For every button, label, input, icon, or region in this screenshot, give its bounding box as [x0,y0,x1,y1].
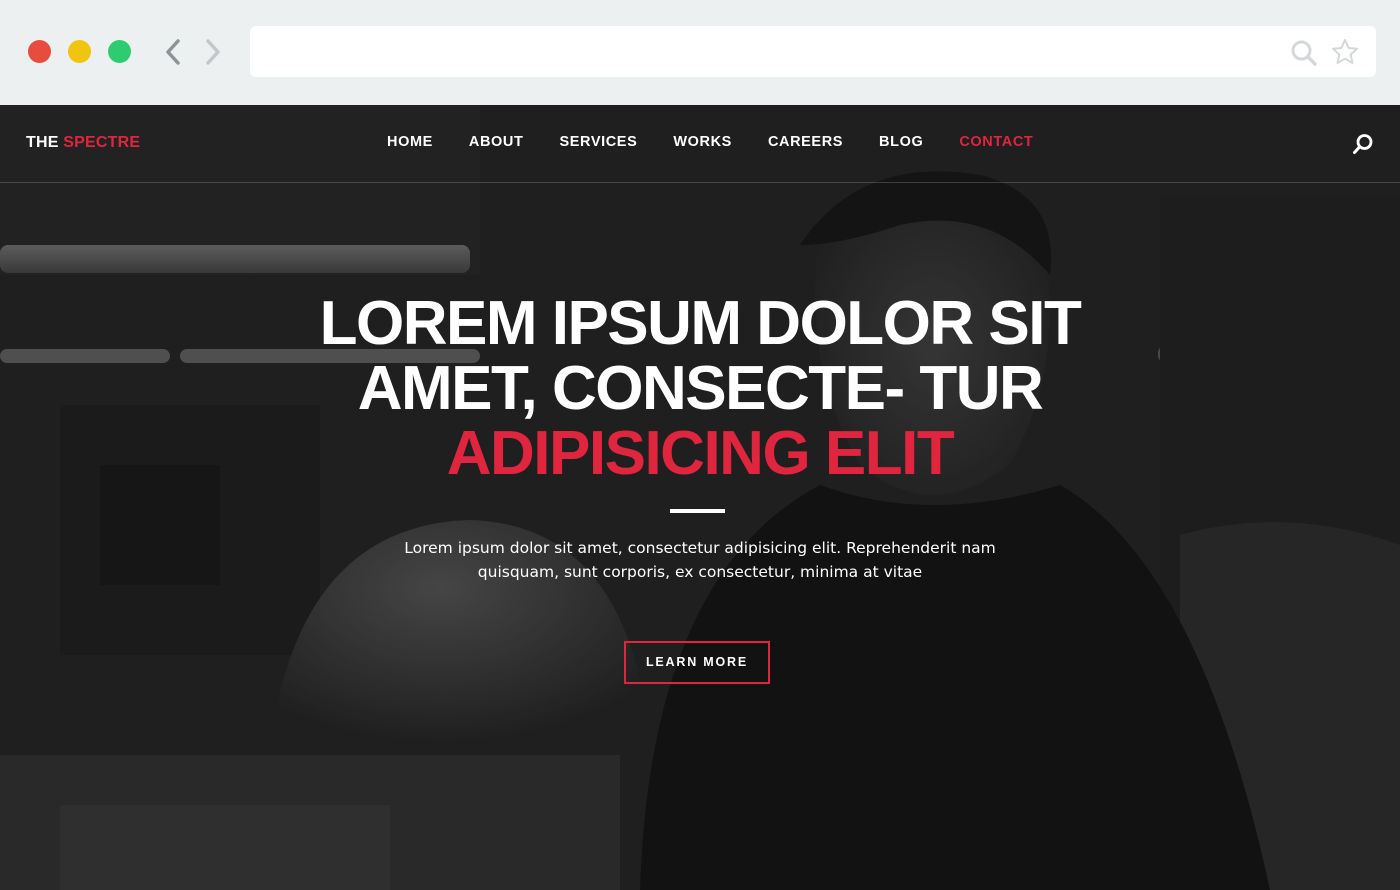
nav-services[interactable]: SERVICES [541,134,655,150]
title-divider [670,509,725,513]
hero-title: LOREM IPSUM DOLOR SIT AMET, CONSECTE- TU… [300,291,1100,486]
nav-contact[interactable]: CONTACT [941,134,1051,150]
search-icon[interactable] [1290,39,1318,67]
logo-prefix: THE [26,134,59,151]
nav-blog[interactable]: BLOG [861,134,941,150]
forward-arrow-icon[interactable] [200,38,226,66]
nav-works[interactable]: WORKS [655,134,750,150]
nav-careers[interactable]: CAREERS [750,134,861,150]
site-header: THE SPECTRE HOME ABOUT SERVICES WORKS CA… [0,105,1400,183]
hero-description: Lorem ipsum dolor sit amet, consectetur … [404,539,996,581]
hero-title-highlight: ADIPISICING ELIT [446,419,955,488]
minimize-window-button[interactable] [68,40,91,63]
back-arrow-icon[interactable] [160,38,186,66]
site-logo[interactable]: THE SPECTRE [26,134,140,152]
maximize-window-button[interactable] [108,40,131,63]
search-icon[interactable] [1352,133,1374,155]
hero-section: THE SPECTRE HOME ABOUT SERVICES WORKS CA… [0,105,1400,890]
browser-chrome [0,0,1400,105]
learn-more-button[interactable]: LEARN MORE [624,641,770,684]
main-navigation: HOME ABOUT SERVICES WORKS CAREERS BLOG C… [369,134,1051,150]
hero-title-white: LOREM IPSUM DOLOR SIT AMET, CONSECTE- TU… [319,289,1082,423]
logo-accent: SPECTRE [63,134,141,151]
close-window-button[interactable] [28,40,51,63]
address-bar[interactable] [250,26,1376,77]
nav-about[interactable]: ABOUT [451,134,542,150]
hero-background-image [0,105,1400,890]
star-icon[interactable] [1330,37,1360,67]
nav-home[interactable]: HOME [369,134,451,150]
